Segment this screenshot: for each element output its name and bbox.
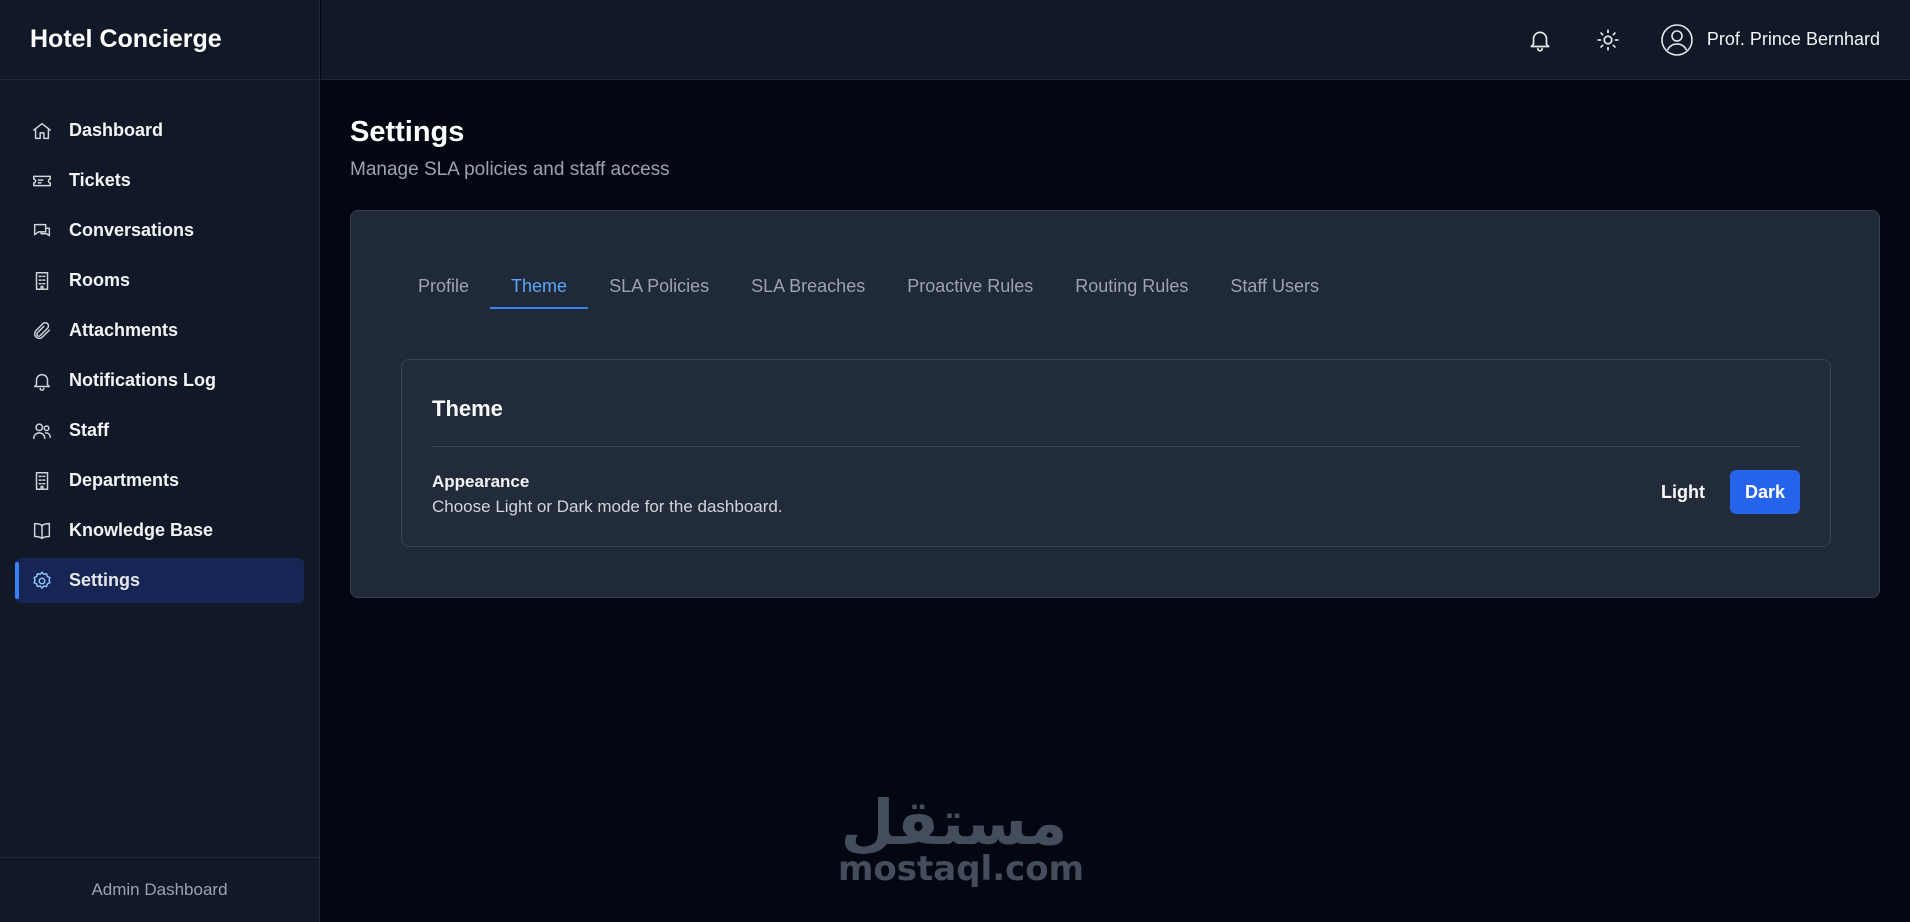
- sidebar-item-label: Departments: [69, 470, 180, 490]
- gear-icon: [30, 569, 54, 593]
- book-icon: [30, 519, 54, 543]
- main-content: Settings Manage SLA policies and staff a…: [350, 80, 1880, 598]
- theme-card: Theme Appearance Choose Light or Dark mo…: [401, 359, 1831, 547]
- tab-theme[interactable]: Theme: [490, 263, 589, 309]
- settings-tabs: Profile Theme SLA Policies SLA Breaches …: [397, 263, 1340, 309]
- sidebar-item-label: Conversations: [69, 220, 195, 240]
- tab-proactive-rules[interactable]: Proactive Rules: [886, 263, 1054, 309]
- page-subtitle: Manage SLA policies and staff access: [350, 159, 670, 180]
- theme-mode-toggle: Light Dark: [1646, 470, 1800, 514]
- theme-card-title: Theme: [432, 396, 503, 421]
- sidebar: Hotel Concierge Dashboard Tickets Conver…: [0, 0, 320, 922]
- sidebar-item-rooms[interactable]: Rooms: [15, 258, 304, 303]
- page-title: Settings: [350, 116, 465, 148]
- tab-sla-breaches[interactable]: SLA Breaches: [730, 263, 886, 309]
- chat-icon: [30, 219, 54, 243]
- sidebar-item-departments[interactable]: Departments: [15, 458, 304, 503]
- sidebar-item-staff[interactable]: Staff: [15, 408, 304, 453]
- paperclip-icon: [30, 319, 54, 343]
- light-mode-button[interactable]: Light: [1646, 470, 1720, 514]
- bell-icon: [30, 369, 54, 393]
- sidebar-item-conversations[interactable]: Conversations: [15, 208, 304, 253]
- users-icon: [30, 419, 54, 443]
- sidebar-item-label: Rooms: [69, 270, 131, 290]
- building-icon: [30, 269, 54, 293]
- sidebar-item-attachments[interactable]: Attachments: [15, 308, 304, 353]
- watermark-arabic: مستقل: [840, 786, 1068, 859]
- sidebar-footer: Admin Dashboard: [0, 857, 319, 922]
- dark-mode-button[interactable]: Dark: [1729, 470, 1800, 514]
- user-circle-icon: [1661, 23, 1693, 56]
- bell-icon[interactable]: [1526, 26, 1554, 54]
- sidebar-item-knowledge-base[interactable]: Knowledge Base: [15, 508, 304, 553]
- tab-routing-rules[interactable]: Routing Rules: [1054, 263, 1209, 309]
- user-menu[interactable]: Prof. Prince Bernhard: [1660, 23, 1880, 57]
- user-name: Prof. Prince Bernhard: [1706, 29, 1880, 49]
- ticket-icon: [30, 169, 54, 193]
- sidebar-item-label: Tickets: [69, 170, 131, 190]
- settings-panel: Profile Theme SLA Policies SLA Breaches …: [350, 210, 1880, 598]
- appearance-description: Choose Light or Dark mode for the dashbo…: [432, 497, 783, 516]
- sun-icon[interactable]: [1594, 26, 1622, 54]
- sidebar-item-tickets[interactable]: Tickets: [15, 158, 304, 203]
- sidebar-item-label: Staff: [69, 420, 109, 440]
- sidebar-item-notifications-log[interactable]: Notifications Log: [15, 358, 304, 403]
- sidebar-item-dashboard[interactable]: Dashboard: [15, 108, 304, 153]
- sidebar-item-label: Dashboard: [69, 120, 164, 140]
- divider: [432, 446, 1800, 447]
- tab-sla-policies[interactable]: SLA Policies: [588, 263, 730, 309]
- sidebar-nav: Dashboard Tickets Conversations Rooms At…: [0, 80, 319, 603]
- sidebar-item-settings[interactable]: Settings: [15, 558, 304, 603]
- app-root: Hotel Concierge Dashboard Tickets Conver…: [0, 0, 1910, 922]
- watermark-logo: مستقل mostaql.com: [838, 786, 1085, 889]
- home-icon: [30, 119, 54, 143]
- tab-profile[interactable]: Profile: [397, 263, 490, 309]
- app-title: Hotel Concierge: [0, 0, 319, 80]
- tab-staff-users[interactable]: Staff Users: [1209, 263, 1340, 309]
- top-bar: Prof. Prince Bernhard: [321, 0, 1910, 80]
- sidebar-item-label: Knowledge Base: [69, 520, 214, 540]
- watermark-latin: mostaql.com: [838, 849, 1085, 889]
- building-icon: [30, 469, 54, 493]
- sidebar-item-label: Attachments: [69, 320, 179, 340]
- appearance-label: Appearance: [432, 472, 530, 491]
- sidebar-item-label: Notifications Log: [69, 370, 216, 390]
- sidebar-item-label: Settings: [69, 570, 141, 590]
